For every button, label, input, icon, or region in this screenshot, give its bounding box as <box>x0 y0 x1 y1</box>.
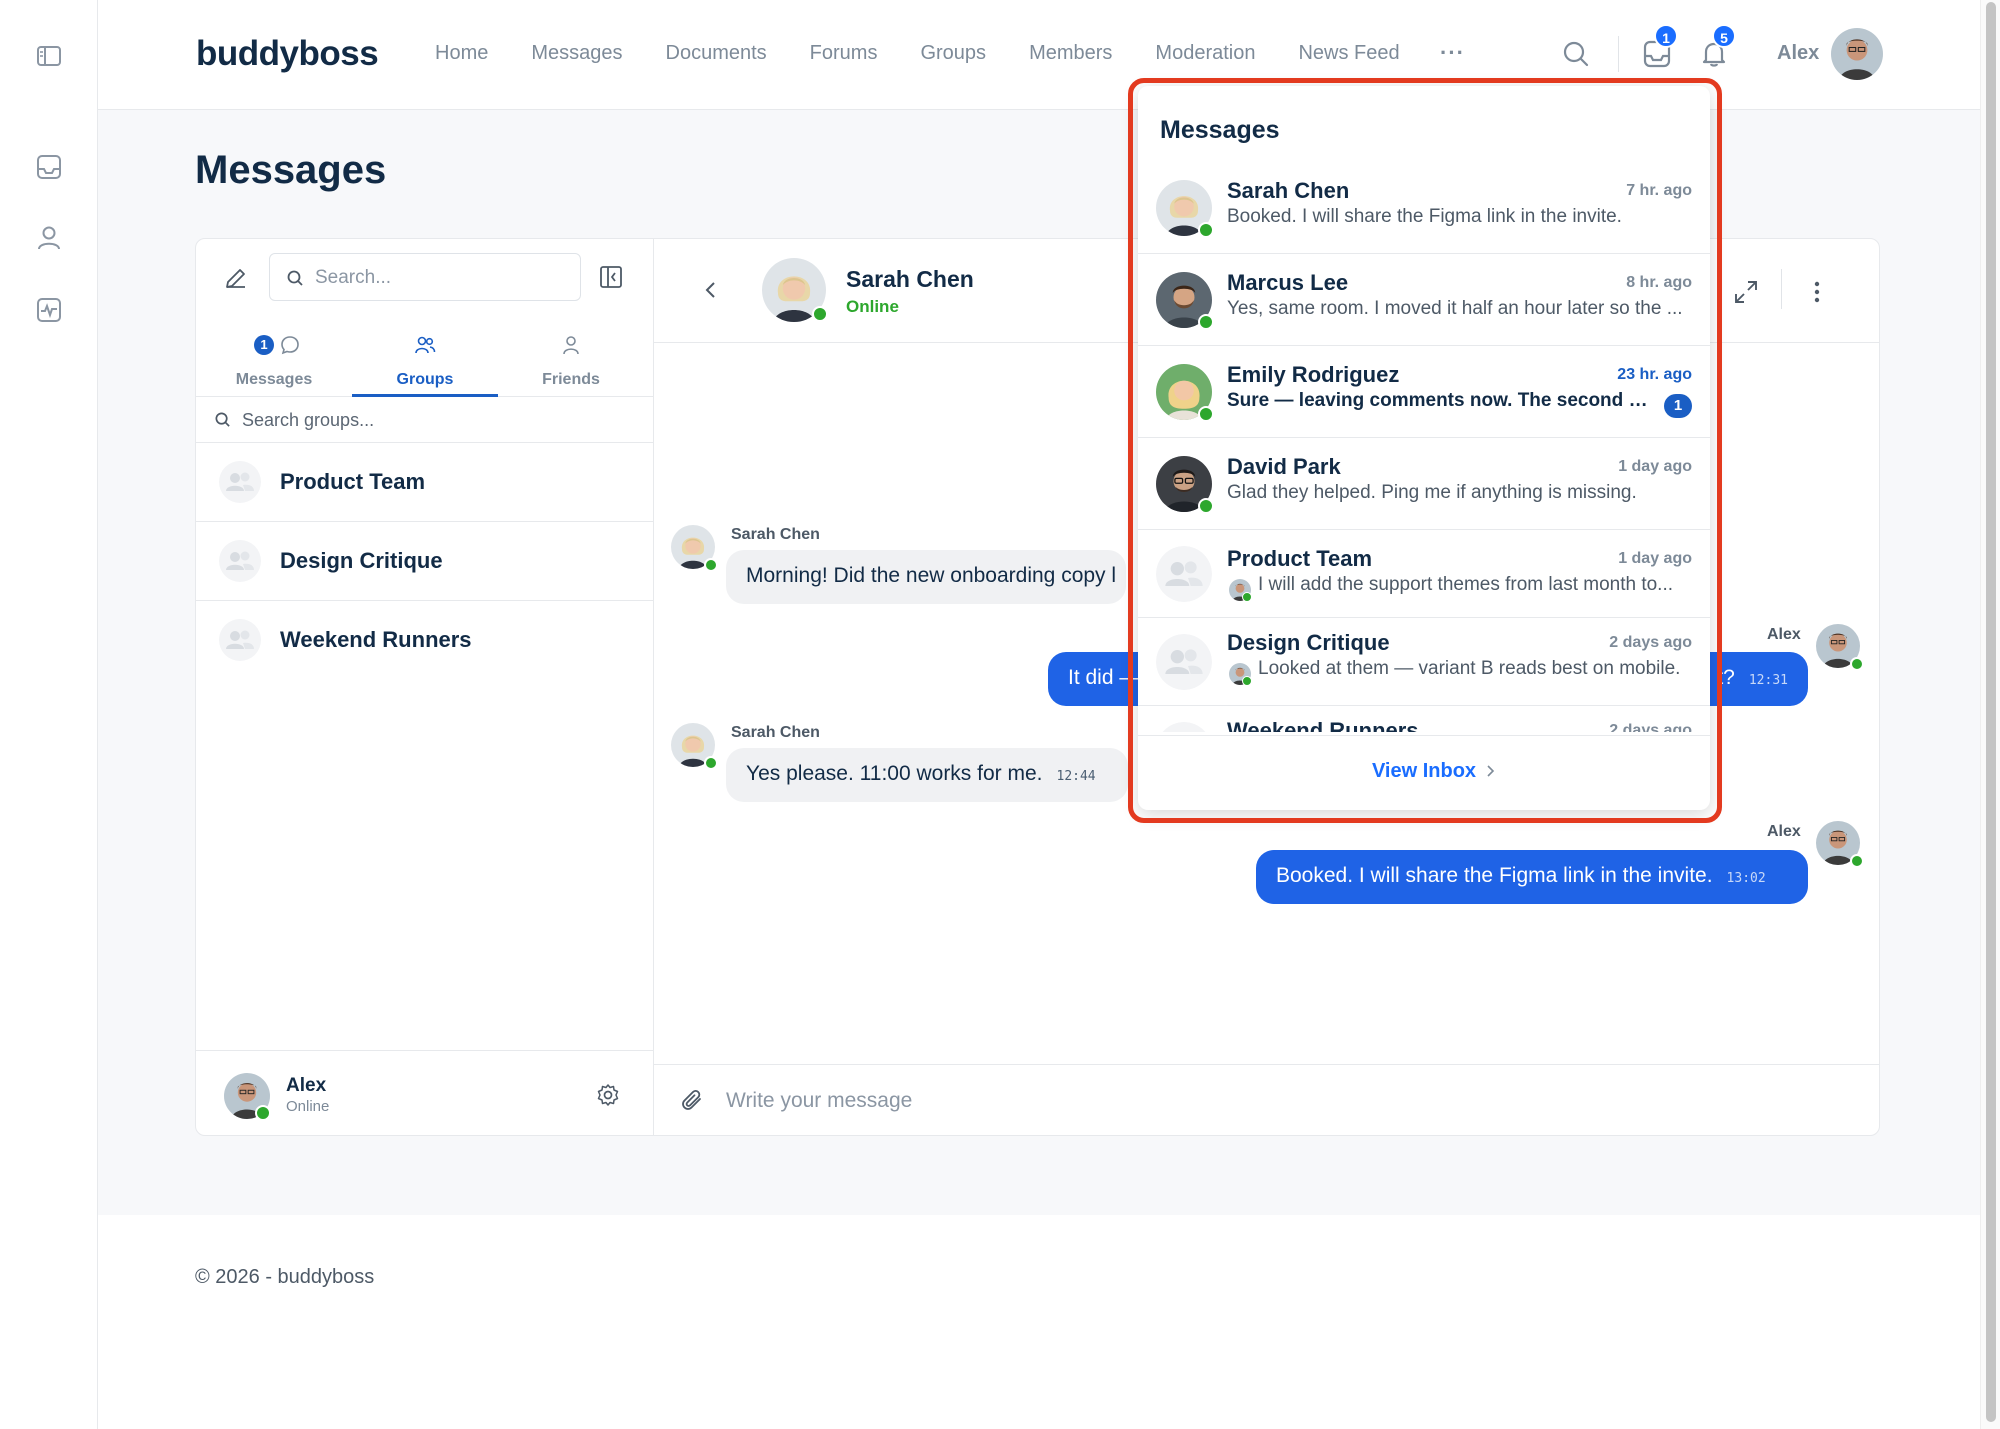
current-user-name: Alex <box>286 1075 327 1096</box>
tab-messages[interactable]: 1 Messages <box>201 329 347 397</box>
search-icon[interactable] <box>1560 38 1592 70</box>
conversation-sidebar: Search... 1 Messages Groups Friends Sear… <box>196 239 654 1135</box>
message-text: Morning! Did the new onboarding copy l <box>746 564 1117 587</box>
site-logo[interactable]: buddyboss <box>196 34 379 74</box>
sidebar-toggle-icon[interactable] <box>33 40 65 72</box>
online-indicator <box>1850 854 1864 868</box>
back-icon[interactable] <box>700 279 722 301</box>
footer <box>98 1215 1980 1429</box>
online-indicator <box>704 756 718 770</box>
header-divider <box>1781 269 1782 309</box>
message-sender: Sarah Chen <box>731 526 820 543</box>
scrollbar[interactable] <box>1980 0 2000 1429</box>
message-bubble: Yes please. 11:00 works for me. 12:44 <box>726 748 1128 802</box>
nav-members[interactable]: Members <box>1029 42 1112 65</box>
profile-icon[interactable] <box>33 222 65 254</box>
search-icon <box>286 269 304 287</box>
friends-icon <box>559 333 583 357</box>
nav-home[interactable]: Home <box>435 42 488 65</box>
tab-groups[interactable]: Groups <box>352 329 498 397</box>
list-item[interactable]: Product Team <box>196 443 654 522</box>
message-input[interactable]: Write your message <box>726 1089 912 1113</box>
nav-moderation[interactable]: Moderation <box>1155 42 1255 65</box>
contact-name[interactable]: Sarah Chen <box>846 266 974 293</box>
groups-icon <box>413 333 437 357</box>
activity-icon[interactable] <box>33 294 65 326</box>
contact-status: Online <box>846 297 899 316</box>
message-bubble: Booked. I will share the Figma link in t… <box>1256 850 1808 904</box>
search-groups-input[interactable]: Search groups... <box>196 397 654 443</box>
message-text: Yes please. 11:00 works for me. <box>746 762 1043 785</box>
message-sender: Alex <box>1767 823 1801 840</box>
tab-friends-label: Friends <box>542 371 600 388</box>
message-sender: Sarah Chen <box>731 724 820 741</box>
tab-friends[interactable]: Friends <box>498 329 644 397</box>
group-avatar-icon <box>219 461 261 503</box>
message-time: 13:02 <box>1726 871 1766 886</box>
group-name: Product Team <box>280 469 426 494</box>
group-name: Design Critique <box>280 548 443 573</box>
message-composer: Write your message <box>654 1064 1879 1135</box>
message-text: Booked. I will share the Figma link in t… <box>1276 864 1713 887</box>
avatar[interactable] <box>1831 28 1883 80</box>
online-indicator <box>812 306 828 322</box>
left-rail <box>0 0 98 1429</box>
list-item[interactable]: Design Critique <box>196 522 654 601</box>
nav-more-button[interactable]: ··· <box>1440 40 1465 66</box>
current-user-status: Online <box>286 1098 330 1115</box>
gear-icon[interactable] <box>596 1083 620 1107</box>
compose-icon[interactable] <box>223 265 249 291</box>
inbox-icon[interactable] <box>33 151 65 183</box>
nav-news-feed[interactable]: News Feed <box>1298 42 1399 65</box>
collapse-icon[interactable] <box>599 265 623 289</box>
current-user-panel: Alex Online <box>196 1050 654 1135</box>
scrollbar-thumb[interactable] <box>1986 2 1996 1422</box>
message-bubble: Morning! Did the new onboarding copy l <box>726 550 1126 604</box>
search-icon <box>214 411 231 428</box>
header-user-name[interactable]: Alex <box>1777 42 1819 65</box>
group-avatar-icon <box>219 619 261 661</box>
header-divider <box>1618 36 1619 72</box>
online-indicator <box>704 558 718 572</box>
nav-messages[interactable]: Messages <box>531 42 622 65</box>
copyright: © 2026 - buddyboss <box>195 1266 375 1288</box>
search-groups-placeholder: Search groups... <box>242 410 375 430</box>
main-nav: Home Messages Documents Forums Groups Me… <box>435 42 1443 65</box>
notifications-count-badge: 5 <box>1712 24 1736 48</box>
nav-groups[interactable]: Groups <box>920 42 986 65</box>
tab-groups-label: Groups <box>396 371 454 388</box>
messages-unread-badge: 1 <box>254 335 274 355</box>
highlight-outline <box>1128 78 1722 823</box>
online-indicator <box>255 1105 271 1121</box>
message-time: 12:31 <box>1748 673 1788 688</box>
nav-forums[interactable]: Forums <box>810 42 878 65</box>
sidebar-tabs: 1 Messages Groups Friends <box>196 329 654 397</box>
online-indicator <box>1850 657 1864 671</box>
page-title: Messages <box>195 148 387 192</box>
inbox-count-badge: 1 <box>1654 24 1678 48</box>
more-vertical-icon[interactable] <box>1804 279 1830 305</box>
search-input[interactable]: Search... <box>269 253 581 301</box>
list-item[interactable]: Weekend Runners <box>196 601 654 680</box>
expand-icon[interactable] <box>1733 279 1759 305</box>
nav-documents[interactable]: Documents <box>666 42 767 65</box>
tab-messages-label: Messages <box>235 371 313 388</box>
chat-icon <box>279 334 301 356</box>
group-name: Weekend Runners <box>280 627 472 652</box>
group-avatar-icon <box>219 540 261 582</box>
paperclip-icon[interactable] <box>680 1088 706 1114</box>
message-time: 12:44 <box>1056 769 1096 784</box>
message-sender: Alex <box>1767 626 1801 643</box>
search-placeholder: Search... <box>315 267 392 288</box>
